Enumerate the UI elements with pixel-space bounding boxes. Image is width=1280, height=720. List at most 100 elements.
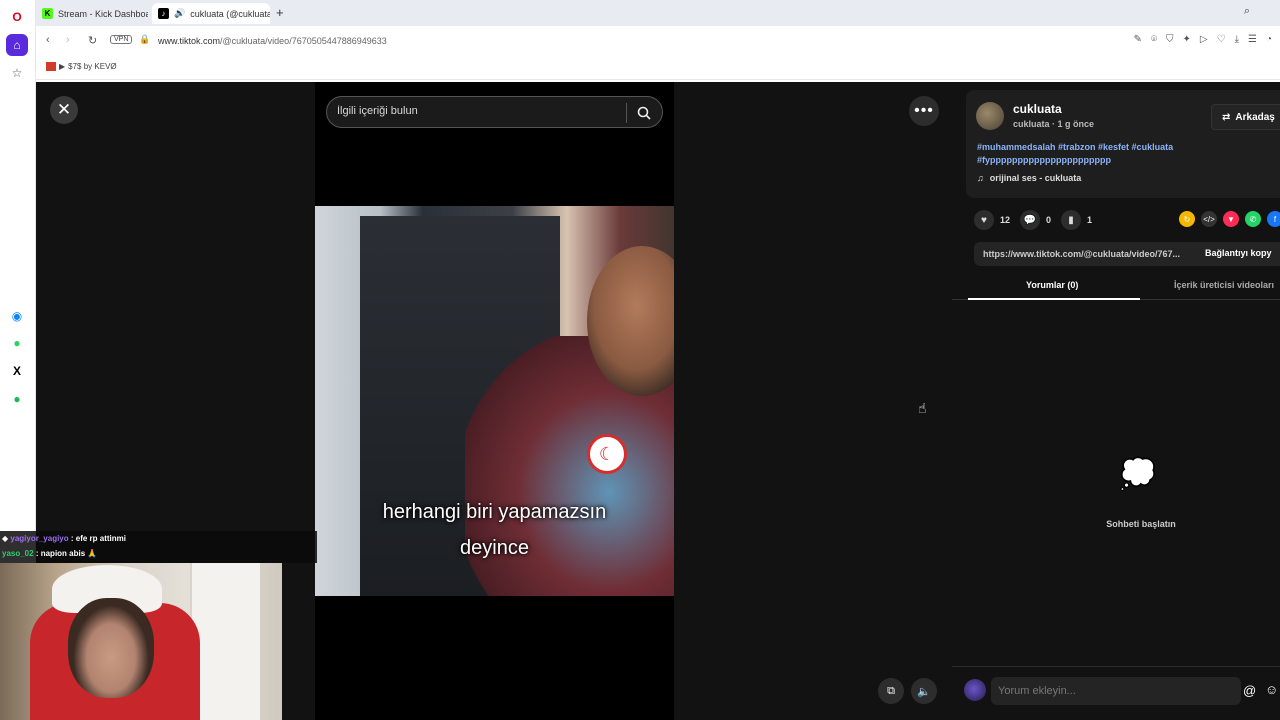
play-icon[interactable]: ▷ [1200, 34, 1208, 45]
edit-icon[interactable]: ✎ [1134, 34, 1142, 45]
username[interactable]: cukluata [1013, 102, 1062, 116]
comment-icon: 💬 [1020, 210, 1041, 230]
play-triangle-icon: ▶ [59, 62, 66, 71]
comment-bar: @ ☺ [952, 666, 1280, 720]
forward-icon[interactable]: › [66, 34, 70, 46]
back-icon[interactable]: ‹ [46, 34, 50, 46]
reload-icon[interactable]: ↻ [88, 34, 97, 47]
tab-comments[interactable]: Yorumlar (0) [1026, 280, 1078, 290]
vpn-badge[interactable]: VPN [110, 35, 133, 44]
home-icon[interactable]: ⌂ [6, 34, 28, 56]
video-link[interactable]: https://www.tiktok.com/@cukluata/video/7… [983, 249, 1198, 259]
camera-icon[interactable]: ⌾ [1151, 34, 1157, 45]
chat-message: yaso_02 : napion abis 🙏 [2, 549, 97, 558]
download-icon[interactable]: ⤓ [1235, 34, 1239, 45]
comment-button[interactable]: 💬 0 [1020, 210, 1051, 230]
video-caption: herhangi biri yapamazsın deyince [315, 494, 674, 566]
bookmark-label: $7$ by KEVØ [68, 62, 117, 71]
music-link[interactable]: ♫ orijinal ses - cukluata [977, 173, 1081, 183]
mention-icon[interactable]: @ [1243, 683, 1256, 698]
post-subline: cukluata · 1 g önce [1013, 119, 1095, 129]
volume-icon[interactable]: 🔈 [911, 678, 937, 704]
comment-count: 0 [1046, 215, 1052, 225]
floating-player-icon[interactable]: ⧉ [878, 678, 904, 704]
avatar[interactable] [976, 102, 1004, 130]
chat-text: : efe rp attinmi [70, 534, 126, 543]
kick-icon: K [42, 8, 53, 19]
toolbar-icons: ✎ ⌾ ⛉ ✦ ▷ ♡ ⤓ ☰ ◔ [1134, 34, 1272, 45]
close-icon[interactable]: ✕ [50, 96, 78, 124]
avatar [964, 679, 986, 701]
search-icon[interactable] [633, 103, 655, 123]
tab-title: cukluata (@cukluata) | [190, 8, 270, 19]
panel-tabs: Yorumlar (0) İçerik üreticisi videoları [952, 274, 1280, 300]
comment-input[interactable] [991, 677, 1241, 705]
search-input[interactable] [337, 105, 617, 117]
webcam-door [190, 563, 260, 720]
caption-line-2: deyince [460, 537, 529, 559]
music-note-icon: ♫ [977, 173, 984, 183]
tab-creator-videos[interactable]: İçerik üreticisi videoları [1174, 280, 1274, 290]
friends-label: Arkadaş [1235, 111, 1275, 123]
swap-icon: ⇄ [1222, 111, 1231, 123]
post-info-card: cukluata cukluata · 1 g önce ⇄ Arkadaş #… [966, 90, 1280, 198]
bookmark-favicon-icon [46, 62, 56, 71]
action-row: ♥ 12 💬 0 ▮ 1 [974, 210, 1092, 230]
tab-kick-dashboard[interactable]: K Stream - Kick Dashboard [36, 3, 148, 24]
x-twitter-icon[interactable]: X [6, 360, 28, 382]
url-path: /@cukluata/video/7670505447886949633 [220, 36, 387, 46]
speaker-icon: 🔊 [174, 8, 186, 18]
menu-icon[interactable]: ☰ [1248, 34, 1257, 45]
whatsapp-icon[interactable]: ● [6, 332, 28, 354]
like-count: 12 [1000, 215, 1011, 225]
bookmark-bar: ▶ $7$ by KEVØ [36, 56, 1280, 80]
friends-button[interactable]: ⇄ Arkadaş [1211, 104, 1280, 130]
new-tab-icon[interactable]: + [276, 5, 284, 20]
webcam-overlay [0, 563, 282, 720]
bookmark-icon: ▮ [1061, 210, 1082, 230]
chat-bubbles-icon: 💭 [1119, 458, 1157, 491]
url-field[interactable]: www.tiktok.com/@cukluata/video/767050544… [158, 36, 387, 46]
details-panel: cukluata cukluata · 1 g önce ⇄ Arkadaş #… [952, 82, 1280, 720]
chat-text: : napion abis 🙏 [35, 549, 98, 558]
chat-badge-icon: ◆ [2, 534, 9, 543]
mouse-cursor-icon: ☝ [918, 400, 927, 416]
opera-logo-icon[interactable]: O [6, 6, 28, 28]
tab-search-icon[interactable]: ⌕ [1244, 5, 1250, 18]
club-badge-icon: ☾ [587, 434, 627, 474]
address-bar: ‹ › ↻ VPN 🔒 www.tiktok.com/@cukluata/vid… [36, 26, 1280, 56]
stream-chat-overlay: ◆ yagiyor_yagiyo : efe rp attinmi yaso_0… [0, 531, 317, 563]
heart-icon: ♥ [974, 210, 994, 230]
facebook-icon[interactable]: f [1267, 211, 1280, 227]
url-host: www.tiktok.com [158, 36, 221, 46]
like-button[interactable]: ♥ 12 [974, 210, 1010, 230]
whatsapp-share-icon[interactable]: ✆ [1245, 211, 1261, 227]
tiktok-icon: ♪ [158, 8, 169, 19]
spotify-icon[interactable]: ● [6, 388, 28, 410]
tab-tiktok[interactable]: ♪ 🔊 cukluata (@cukluata) | [152, 3, 270, 24]
chat-message: ◆ yagiyor_yagiyo : efe rp attinmi [2, 534, 126, 543]
copy-link-button[interactable]: Bağlantıyı kopy [1205, 248, 1272, 258]
heart-icon[interactable]: ♡ [1217, 34, 1226, 45]
save-button[interactable]: ▮ 1 [1061, 210, 1092, 230]
active-tab-indicator [968, 298, 1140, 300]
messenger-icon[interactable]: ◉ [6, 305, 28, 327]
lock-icon[interactable]: 🔒 [139, 34, 150, 45]
hashtags[interactable]: #muhammedsalah #trabzon #kesfet #cukluat… [977, 141, 1227, 167]
emoji-icon[interactable]: ☺ [1265, 682, 1278, 697]
shield-icon[interactable]: ⛉ [1166, 34, 1174, 45]
star-icon[interactable]: ☆ [6, 62, 28, 84]
copy-link-box: https://www.tiktok.com/@cukluata/video/7… [974, 242, 1280, 266]
chat-username: yaso_02 [2, 549, 34, 558]
extension-icon[interactable]: ✦ [1183, 34, 1191, 45]
profile-icon[interactable]: ◔ [1266, 34, 1272, 45]
caption-line-1: herhangi biri yapamazsın [382, 501, 607, 523]
bookmark-item[interactable]: ▶ $7$ by KEVØ [46, 62, 117, 71]
more-options-icon[interactable]: ••• [909, 96, 939, 126]
webcam-streamer [68, 598, 154, 698]
tab-title: Stream - Kick Dashboard [58, 8, 148, 19]
tab-strip: K Stream - Kick Dashboard ♪ 🔊 cukluata (… [36, 0, 1280, 26]
send-icon[interactable]: ▼ [1223, 211, 1239, 227]
repost-icon[interactable]: ↻ [1179, 211, 1195, 227]
embed-icon[interactable]: </> [1201, 211, 1217, 227]
